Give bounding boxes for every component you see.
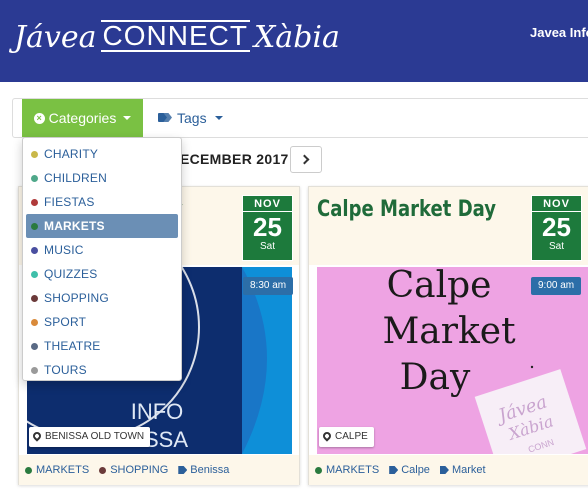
- event-day: 25: [542, 212, 571, 242]
- event-month: NOV: [532, 196, 581, 212]
- event-location[interactable]: CALPE: [319, 427, 374, 447]
- category-tag-label: SHOPPING: [110, 464, 169, 476]
- event-location-label: BENISSA OLD TOWN: [45, 431, 145, 442]
- tag-link[interactable]: Calpe: [389, 464, 430, 476]
- map-pin-icon: [31, 430, 43, 442]
- menu-item-music[interactable]: MUSIC: [23, 238, 181, 262]
- event-tags: MARKETS Calpe Market: [309, 455, 588, 485]
- tag-label: Market: [451, 464, 486, 476]
- tag-icon: [178, 466, 188, 474]
- tag-icon: [389, 466, 399, 474]
- event-card-header: Calpe Market Day NOV 25 Sat: [309, 187, 588, 265]
- menu-item-sport[interactable]: SPORT: [23, 310, 181, 334]
- category-tag-label: MARKETS: [36, 464, 90, 476]
- menu-item-label: MARKETS: [44, 219, 105, 233]
- category-dot-icon: [31, 270, 38, 278]
- event-image[interactable]: Calpe Market Day Jávea Xàbia CONN: [317, 267, 588, 454]
- category-tag[interactable]: MARKETS: [315, 464, 379, 476]
- categories-dropdown-button[interactable]: × Categories: [22, 99, 143, 137]
- category-dot-icon: [31, 246, 38, 254]
- month-label: ECEMBER 2017: [180, 151, 289, 167]
- site-header: Jávea CONNECT Xàbia Javea Info: [0, 0, 588, 82]
- category-tag[interactable]: MARKETS: [25, 464, 89, 476]
- category-dot-icon: [31, 318, 38, 326]
- category-dot-icon: [31, 150, 38, 158]
- category-dot-icon: [31, 174, 38, 182]
- tag-link[interactable]: Market: [439, 464, 486, 476]
- event-title[interactable]: Calpe Market Day: [317, 197, 496, 222]
- menu-item-label: SPORT: [44, 315, 87, 329]
- logo-xabia: Xàbia: [253, 20, 340, 55]
- menu-item-markets[interactable]: MARKETS: [26, 214, 178, 238]
- chevron-right-icon: [299, 154, 310, 165]
- tag-label: Benissa: [190, 464, 230, 476]
- category-tag-label: MARKETS: [326, 464, 380, 476]
- menu-item-label: THEATRE: [44, 339, 101, 353]
- map-pin-icon: [321, 430, 333, 442]
- menu-item-theatre[interactable]: THEATRE: [23, 334, 181, 358]
- clear-circle-icon[interactable]: ×: [33, 112, 45, 124]
- site-logo[interactable]: Jávea CONNECT Xàbia: [14, 18, 340, 58]
- logo-connect: CONNECT: [100, 20, 250, 52]
- category-dot-icon: [31, 294, 38, 302]
- category-dot-icon: [315, 466, 322, 474]
- menu-item-quizzes[interactable]: QUIZZES: [23, 262, 181, 286]
- event-weekday: Sat: [548, 241, 564, 252]
- event-tags: MARKETS SHOPPING Benissa: [19, 455, 299, 485]
- menu-item-label: MUSIC: [44, 243, 84, 257]
- menu-item-label: QUIZZES: [44, 267, 98, 281]
- event-month: NOV: [243, 196, 292, 212]
- nav-link-javea-info[interactable]: Javea Info: [530, 25, 588, 40]
- event-time-badge: 8:30 am: [243, 277, 294, 295]
- tag-link[interactable]: Benissa: [178, 464, 229, 476]
- menu-item-label: SHOPPING: [44, 291, 109, 305]
- next-month-button[interactable]: [290, 146, 322, 173]
- category-dot-icon: [31, 342, 38, 350]
- menu-item-label: FIESTAS: [44, 195, 95, 209]
- category-dot-icon: [25, 466, 32, 474]
- image-text-line: Day: [400, 357, 471, 398]
- tags-icon: [158, 113, 172, 123]
- tag-icon: [439, 466, 449, 474]
- logo-javea: Jávea: [14, 20, 97, 55]
- tags-dropdown-button[interactable]: Tags: [158, 99, 223, 137]
- event-image-graphic: Calpe Market Day Jávea Xàbia CONN: [317, 267, 588, 454]
- menu-item-children[interactable]: CHILDREN: [23, 166, 181, 190]
- caret-down-icon: [123, 116, 132, 120]
- categories-label: Categories: [48, 110, 117, 126]
- category-dot-icon: [31, 198, 38, 206]
- menu-item-label: CHARITY: [44, 147, 99, 161]
- menu-item-charity[interactable]: CHARITY: [23, 142, 181, 166]
- caret-down-icon: [214, 116, 223, 120]
- tag-label: Calpe: [401, 464, 430, 476]
- event-card[interactable]: Calpe Market Day NOV 25 Sat Calpe Market…: [308, 186, 588, 485]
- menu-item-label: TOURS: [44, 363, 87, 377]
- menu-item-tours[interactable]: TOURS: [23, 358, 181, 382]
- event-location[interactable]: BENISSA OLD TOWN: [29, 427, 151, 447]
- category-dot-icon: [31, 222, 38, 230]
- menu-item-fiestas[interactable]: FIESTAS: [23, 190, 181, 214]
- menu-item-label: CHILDREN: [44, 171, 107, 185]
- categories-menu: CHARITY CHILDREN FIESTAS MARKETS MUSIC Q…: [22, 137, 182, 381]
- image-text-line: INFO: [131, 399, 184, 424]
- page: Jávea CONNECT Xàbia Javea Info × Categor…: [0, 0, 588, 489]
- event-time-badge: 9:00 am: [531, 277, 582, 295]
- event-date-badge: NOV 25 Sat: [531, 195, 582, 261]
- category-dot-icon: [99, 466, 107, 474]
- category-dot-icon: [31, 366, 38, 374]
- image-text-line: Market: [382, 311, 516, 352]
- event-date-badge: NOV 25 Sat: [242, 195, 293, 261]
- event-day: 25: [253, 212, 282, 242]
- menu-item-shopping[interactable]: SHOPPING: [23, 286, 181, 310]
- category-tag[interactable]: SHOPPING: [99, 464, 168, 476]
- event-location-label: CALPE: [335, 431, 368, 442]
- event-weekday: Sat: [259, 241, 275, 252]
- tags-label: Tags: [177, 110, 207, 126]
- image-text-line: Calpe: [387, 267, 492, 306]
